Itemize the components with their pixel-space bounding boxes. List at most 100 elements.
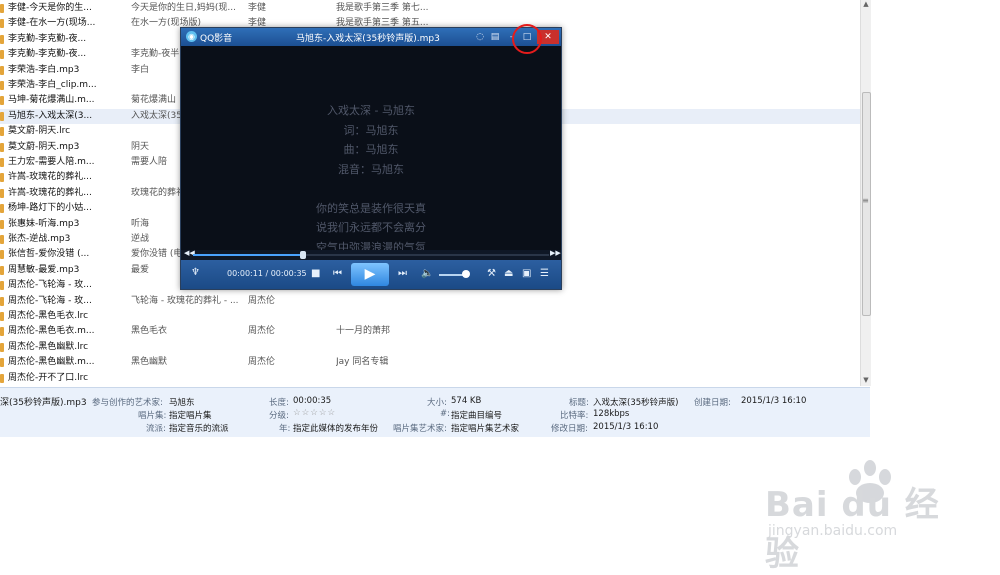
baidu-watermark: Bai du 经验 jingyan.baidu.com	[760, 455, 960, 574]
file-name: 周杰伦-黑色毛衣.m...	[8, 326, 95, 337]
file-artist: 周杰伦	[248, 295, 276, 306]
file-row[interactable]: 周杰伦-黑色幽默.m... 黑色幽默 周杰伦 Jay 同名专辑	[0, 355, 860, 370]
track-label: #:	[440, 409, 450, 419]
album-artist-value[interactable]: 指定唱片集艺术家	[451, 422, 519, 434]
title-label: 标题:	[569, 398, 589, 408]
file-row[interactable]: 周杰伦-黑色幽默.lrc	[0, 340, 860, 355]
equalizer-icon[interactable]: ♆	[191, 267, 200, 278]
settings-wrench-icon[interactable]: ⚒	[487, 268, 496, 279]
file-name: 李克勤-李克勤-夜...	[8, 33, 87, 44]
file-name: 许嵩-玫瑰花的葬礼...	[8, 187, 92, 198]
rating-label: 分级:	[269, 411, 289, 421]
music-file-icon	[0, 250, 4, 260]
album-label: 唱片集:	[138, 411, 167, 421]
music-file-icon	[0, 327, 4, 337]
vertical-scrollbar[interactable]: ▲ ≡ ▼	[860, 0, 871, 386]
file-name: 张信哲-爱你没错 (...	[8, 249, 90, 260]
file-artist: 李健	[248, 3, 267, 13]
title-value[interactable]: 入戏太深(35秒铃声版)	[593, 396, 678, 408]
player-titlebar[interactable]: ◉ QQ影音 马旭东-入戏太深(35秒铃声版).mp3 ◌ ▤ – □ ✕	[181, 28, 561, 46]
music-file-icon	[0, 34, 4, 44]
fast-forward-icon[interactable]: ▶▶	[550, 249, 561, 257]
music-file-icon	[0, 142, 4, 152]
year-label: 年:	[279, 424, 291, 434]
file-row[interactable]: 周杰伦-开不了口.lrc	[0, 371, 860, 386]
track-value[interactable]: 指定曲目编号	[451, 409, 502, 421]
file-name: 李荣浩-李白_clip.m...	[8, 80, 97, 90]
music-file-icon	[0, 173, 4, 183]
genre-value[interactable]: 指定音乐的流派	[169, 422, 229, 434]
file-name: 杨坤-路灯下的小姑...	[8, 203, 92, 214]
file-row[interactable]: 周杰伦-飞轮海 - 玫... 飞轮海 - 玫瑰花的葬礼 - ... 周杰伦	[0, 294, 860, 309]
progress-track[interactable]	[193, 251, 549, 259]
size-label: 大小:	[427, 398, 447, 408]
lyric-line: 词：马旭东	[343, 123, 399, 137]
details-filename: 深(35秒铃声版).mp3	[0, 398, 87, 408]
stop-icon[interactable]: ■	[311, 268, 320, 279]
length-label: 长度:	[269, 398, 289, 408]
music-file-icon	[0, 4, 4, 13]
play-button[interactable]: ▶	[351, 263, 389, 286]
album-value[interactable]: 指定唱片集	[169, 409, 212, 421]
lyric-line: 混音：马旭东	[338, 162, 404, 176]
progress-fill	[193, 254, 304, 256]
modified-label: 修改日期:	[551, 424, 588, 434]
music-file-icon	[0, 127, 4, 137]
file-title: 今天是你的生日,妈妈(现...	[131, 3, 236, 13]
file-name: 周杰伦-飞轮海 - 玫...	[8, 280, 92, 291]
playback-controls: ♆ 00:00:11 / 00:00:35 ■ ⏮ ▶ ⏭ 🔈 ⚒ ⏏ ▣ ☰	[181, 260, 561, 289]
file-album: 十一月的萧邦	[336, 326, 391, 337]
music-file-icon	[0, 96, 4, 106]
rating-stars[interactable]: ☆☆☆☆☆	[293, 408, 336, 418]
lyric-line: 你的笑总是装作很天真	[316, 201, 426, 215]
file-name: 李健-在水一方(现场...	[8, 18, 96, 29]
modified-value: 2015/1/3 16:10	[593, 422, 659, 432]
music-file-icon	[0, 158, 4, 167]
music-file-icon	[0, 111, 4, 121]
volume-knob[interactable]	[462, 270, 470, 278]
bitrate-value: 128kbps	[593, 409, 630, 419]
volume-icon[interactable]: 🔈	[421, 268, 433, 279]
scroll-down-arrow-icon[interactable]: ▼	[861, 376, 871, 384]
music-file-icon	[0, 65, 4, 75]
music-file-icon	[0, 235, 4, 244]
music-file-icon	[0, 312, 4, 321]
maximize-highlight-ring	[512, 24, 542, 54]
file-row[interactable]: 周杰伦-黑色毛衣.lrc	[0, 309, 860, 324]
file-name: 许嵩-玫瑰花的葬礼...	[8, 172, 92, 183]
file-name: 莫文蔚-阴天.mp3	[8, 141, 80, 152]
file-album: Jay 同名专辑	[336, 357, 389, 368]
year-value[interactable]: 指定此媒体的发布年份	[293, 422, 378, 434]
music-file-icon	[0, 50, 4, 60]
music-file-icon	[0, 342, 4, 352]
music-file-icon	[0, 204, 4, 214]
screenshot-icon[interactable]: ▣	[522, 268, 531, 279]
file-artist: 周杰伦	[248, 326, 276, 337]
file-title: 飞轮海 - 玫瑰花的葬礼 - ...	[131, 295, 239, 306]
file-row[interactable]: 周杰伦-黑色毛衣.m... 黑色毛衣 周杰伦 十一月的萧邦	[0, 324, 860, 339]
file-name: 周杰伦-黑色幽默.m...	[8, 357, 95, 368]
playlist-icon[interactable]: ☰	[540, 268, 549, 279]
qq-player-logo-icon: ◉	[186, 31, 197, 42]
qq-player-window: ◉ QQ影音 马旭东-入戏太深(35秒铃声版).mp3 ◌ ▤ – □ ✕ 入戏…	[180, 27, 562, 290]
file-name: 周杰伦-黑色毛衣.lrc	[8, 311, 89, 321]
next-icon[interactable]: ⏭	[398, 268, 407, 279]
music-file-icon	[0, 373, 4, 383]
progress-knob[interactable]	[300, 251, 307, 259]
music-file-icon	[0, 281, 4, 291]
length-value: 00:00:35	[293, 396, 332, 406]
lyric-line: 入戏太深 - 马旭东	[327, 104, 415, 117]
speech-bubble-icon[interactable]: ◌	[473, 30, 487, 44]
previous-icon[interactable]: ⏮	[333, 268, 342, 279]
contrib-artist-value[interactable]: 马旭东	[169, 396, 195, 408]
created-value: 2015/1/3 16:10	[741, 396, 807, 406]
contrib-artist-label: 参与创作的艺术家:	[92, 398, 163, 408]
size-value: 574 KB	[451, 396, 482, 406]
progress-bar[interactable]: ◀◀ ▶▶	[181, 249, 561, 260]
genre-label: 流派:	[146, 424, 166, 434]
music-file-icon	[0, 81, 4, 90]
scroll-up-arrow-icon[interactable]: ▲	[861, 0, 871, 8]
file-row[interactable]: 李健-今天是你的生... 今天是你的生日,妈妈(现... 李健 我是歌手第三季 第七.…	[0, 1, 860, 16]
eject-icon[interactable]: ⏏	[504, 268, 513, 279]
mini-mode-icon[interactable]: ▤	[488, 30, 502, 44]
